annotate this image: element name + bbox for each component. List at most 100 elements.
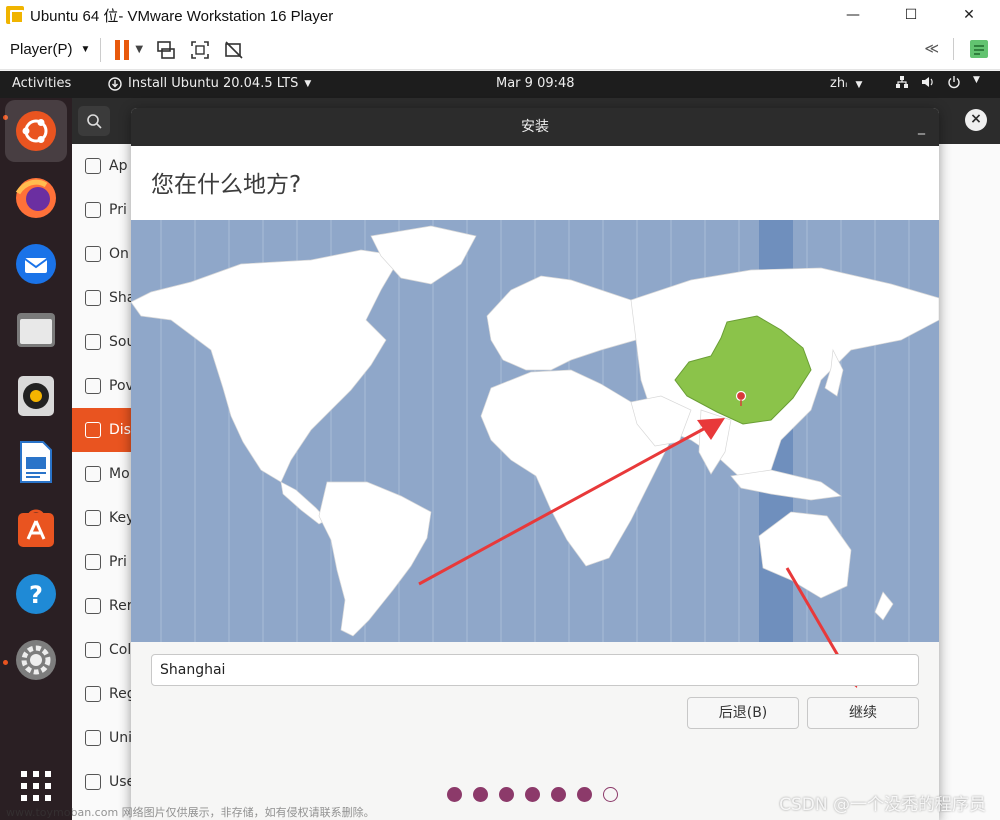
settings-sidebar-item[interactable]: Pov <box>72 364 132 408</box>
settings-sidebar-label: Pri <box>109 202 127 218</box>
dock-libreoffice-writer[interactable] <box>12 438 60 486</box>
progress-dot-done <box>473 787 488 802</box>
dock-ubuntu-software[interactable] <box>12 504 60 552</box>
installer-progress-dots <box>447 787 618 802</box>
maximize-button[interactable]: ☐ <box>888 0 934 30</box>
minimize-button[interactable]: — <box>830 0 876 30</box>
player-menu-label: Player(P) <box>10 41 73 58</box>
dock-thunderbird[interactable] <box>12 240 60 288</box>
settings-sidebar-label: On <box>109 246 129 262</box>
settings-sidebar-item[interactable]: Ap <box>72 144 132 188</box>
pause-icon[interactable] <box>115 39 130 60</box>
csdn-watermark: CSDN @一个没秃的程序员 <box>779 795 986 815</box>
settings-sidebar-label: Pri <box>109 554 127 570</box>
cloud-icon <box>85 246 101 262</box>
input-method-menu[interactable]: zhı ▼ <box>830 76 862 91</box>
installer-icon <box>108 76 122 91</box>
location-input[interactable]: Shanghai <box>151 654 919 686</box>
printer-icon <box>85 554 101 570</box>
show-applications-button[interactable] <box>12 762 60 810</box>
dock-rhythmbox[interactable] <box>12 372 60 420</box>
network-icon <box>896 76 908 88</box>
running-indicator <box>3 660 8 665</box>
accessibility-icon <box>85 730 101 746</box>
dock-files[interactable] <box>12 306 60 354</box>
progress-dot-pending <box>603 787 618 802</box>
settings-sidebar-item[interactable]: Use <box>72 760 132 804</box>
svg-text:?: ? <box>29 581 43 609</box>
progress-dot-done <box>525 787 540 802</box>
installer-minimize-button[interactable]: _ <box>918 108 925 146</box>
files-icon <box>17 313 55 347</box>
pause-dropdown-icon[interactable]: ▼ <box>135 44 143 55</box>
back-button[interactable]: 后退(B) <box>687 697 799 729</box>
system-tray[interactable]: ▼ <box>895 75 980 89</box>
settings-sidebar-item[interactable]: Uni <box>72 716 132 760</box>
dock-installer[interactable] <box>5 100 67 162</box>
dock-firefox[interactable] <box>12 174 60 222</box>
player-menu[interactable]: Player(P) ▼ <box>10 41 90 58</box>
settings-sidebar-label: Sou <box>109 334 132 350</box>
send-ctrl-alt-del-icon[interactable] <box>155 39 177 61</box>
settings-sidebar-label: Key <box>109 510 132 526</box>
page-title: 您在什么地方? <box>131 146 939 220</box>
users-icon <box>85 774 101 790</box>
chevron-down-icon: ▼ <box>855 80 863 90</box>
settings-sidebar-label: Sha <box>109 290 132 306</box>
settings-sidebar-item[interactable]: On <box>72 232 132 276</box>
settings-sidebar-item[interactable]: Pri <box>72 188 132 232</box>
source-watermark: www.toymoban.com 网络图片仅供展示，非存储，如有侵权请联系删除。 <box>6 806 375 819</box>
libreoffice-writer-icon <box>20 441 52 483</box>
volume-icon <box>922 77 933 87</box>
settings-sidebar-item[interactable]: Pri <box>72 540 132 584</box>
app-grid-icon <box>21 771 51 801</box>
settings-sidebar-label: Reg <box>109 686 132 702</box>
settings-sidebar-label: Dis <box>109 422 131 438</box>
share-icon <box>85 290 101 306</box>
chevron-down-icon: ▼ <box>973 75 980 85</box>
settings-sidebar-item[interactable]: Rer <box>72 584 132 628</box>
progress-dot-done <box>499 787 514 802</box>
settings-sidebar-item[interactable]: Reg <box>72 672 132 716</box>
display-icon <box>85 422 101 438</box>
vmware-window: Ubuntu 64 位- VMware Workstation 16 Playe… <box>0 0 1000 820</box>
chevron-down-icon: ▼ <box>304 78 312 89</box>
settings-search-button[interactable] <box>78 106 110 136</box>
settings-sidebar-item[interactable]: Dis <box>72 408 132 452</box>
search-icon <box>87 114 102 129</box>
settings-sidebar-item[interactable]: Sha <box>72 276 132 320</box>
activities-button[interactable]: Activities <box>12 76 71 91</box>
settings-sidebar-label: Rer <box>109 598 132 614</box>
input-method-indicator: ı <box>845 80 848 89</box>
settings-close-button[interactable]: × <box>965 109 987 131</box>
fit-guest-icon[interactable] <box>189 39 211 61</box>
app-menu[interactable]: Install Ubuntu 20.04.5 LTS ▼ <box>108 76 311 91</box>
ubuntu-installer-icon <box>16 111 56 151</box>
installer-title-bar: 安装 _ <box>131 108 939 146</box>
clock[interactable]: Mar 9 09:48 <box>496 76 575 91</box>
collapse-toolbar-icon[interactable]: ≪ <box>924 41 939 57</box>
settings-sidebar-item[interactable]: Key <box>72 496 132 540</box>
toolbar-divider <box>100 37 102 62</box>
vmware-title-bar: Ubuntu 64 位- VMware Workstation 16 Playe… <box>0 0 1000 30</box>
settings-sidebar-label: Col <box>109 642 132 658</box>
settings-sidebar-label: Pov <box>109 378 132 394</box>
chevron-down-icon: ▼ <box>80 44 91 55</box>
installer-title: 安装 <box>521 119 549 135</box>
timezone-map[interactable] <box>131 220 939 642</box>
settings-sidebar-item[interactable]: Mo <box>72 452 132 496</box>
vmware-logo-icon <box>6 6 24 24</box>
unity-mode-icon[interactable] <box>223 39 245 61</box>
help-icon: ? <box>16 574 56 614</box>
dock-settings[interactable] <box>12 636 60 684</box>
settings-sidebar-item[interactable]: Col <box>72 628 132 672</box>
grid-icon <box>85 158 101 174</box>
settings-sidebar-item[interactable]: Sou <box>72 320 132 364</box>
continue-button[interactable]: 继续 <box>807 697 919 729</box>
close-button[interactable]: ✕ <box>946 0 992 30</box>
dock-help[interactable]: ? <box>12 570 60 618</box>
message-log-icon[interactable] <box>968 38 990 60</box>
globe-icon <box>85 686 101 702</box>
removable-media-icon <box>85 598 101 614</box>
app-menu-label: Install Ubuntu 20.04.5 LTS <box>128 76 299 91</box>
